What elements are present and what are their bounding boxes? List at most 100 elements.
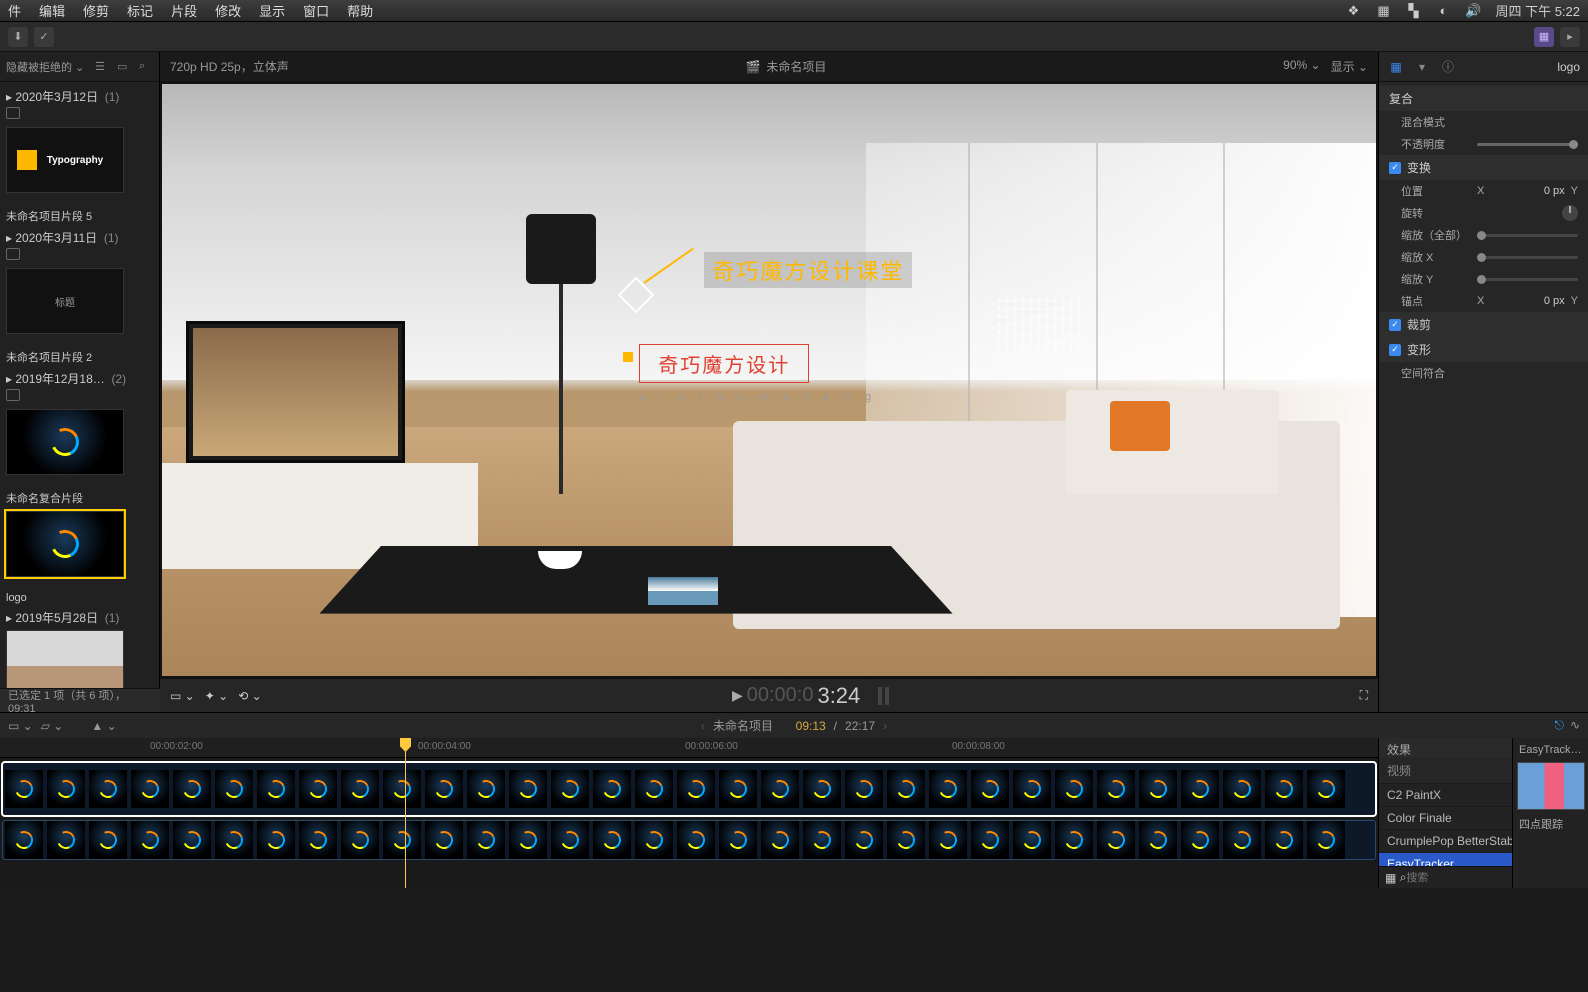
playhead[interactable] <box>405 738 406 888</box>
clip-badge-icon <box>6 107 20 119</box>
grid-icon[interactable]: ▚ <box>1405 3 1421 19</box>
timecode: 3:24 <box>817 683 860 709</box>
scale-y-slider[interactable] <box>1477 278 1578 281</box>
clip-thumbnail[interactable] <box>6 409 124 475</box>
overlay-callout-1: 奇巧魔方设计课堂 <box>623 232 912 308</box>
timeline-clip[interactable] <box>2 820 1376 860</box>
timeline-project: 未命名项目 <box>713 717 773 734</box>
timeline-clip-selected[interactable] <box>2 762 1376 816</box>
transform-checkbox[interactable]: ✓ <box>1389 162 1401 174</box>
menu-modify[interactable]: 修改 <box>215 1 241 20</box>
menu-help[interactable]: 帮助 <box>347 1 373 20</box>
section-transform[interactable]: ✓变换 <box>1379 155 1588 180</box>
clip-appearance[interactable]: ▱ ⌄ <box>41 719 64 733</box>
effect-preview-thumb[interactable] <box>1517 762 1585 810</box>
format-label: 720p HD 25p，立体声 <box>170 58 289 75</box>
wechat-icon[interactable]: ❖ <box>1345 3 1361 19</box>
audio-meter <box>878 687 882 705</box>
camera-icon: 🎬 <box>745 60 760 74</box>
blend-mode-row[interactable]: 混合模式 <box>1379 111 1588 133</box>
filmstrip-icon[interactable]: ▭ <box>117 60 131 74</box>
zoom-dropdown[interactable]: 90% ⌄ <box>1283 58 1320 75</box>
timeline[interactable]: 00:00:02:00 00:00:04:00 00:00:06:00 00:0… <box>0 738 1588 888</box>
opacity-row[interactable]: 不透明度 <box>1379 133 1588 155</box>
effect-preview-panel: EasyTrack… 四点跟踪 <box>1512 738 1588 888</box>
timeline-position: 09:13 <box>796 719 826 733</box>
section-composite[interactable]: 复合 <box>1379 86 1588 111</box>
select-tool[interactable]: ▲ ⌄ <box>91 719 116 733</box>
position-row[interactable]: 位置X0 pxY <box>1379 180 1588 202</box>
import-button[interactable]: ⬇ <box>8 27 28 47</box>
browser-status: 已选定 1 项（共 6 项），09:31 <box>0 688 160 712</box>
menu-clip[interactable]: 片段 <box>171 1 197 20</box>
timeline-ruler[interactable]: 00:00:02:00 00:00:04:00 00:00:06:00 00:0… <box>0 738 1378 758</box>
menu-window[interactable]: 窗口 <box>303 1 329 20</box>
viewer[interactable]: 奇巧魔方设计课堂 奇巧魔方设计 q i q i a o m o f a n g <box>160 82 1378 678</box>
browser-sidebar: 隐藏被拒绝的 ⌄ ☰ ▭ ⌕ ▸ 2020年3月12日 (1) Typograp… <box>0 52 160 712</box>
retime-dropdown[interactable]: ⟲ ⌄ <box>238 689 261 703</box>
skimming-toggle[interactable]: ⎋ <box>1554 718 1564 733</box>
film-icon[interactable]: ▦ <box>1375 3 1391 19</box>
keyword-button[interactable]: ✓ <box>34 27 54 47</box>
next-edit[interactable]: › <box>883 719 887 733</box>
event-item[interactable]: ▸ 2020年3月12日 (1) Typography <box>0 82 159 201</box>
clip-thumbnail[interactable]: Typography <box>6 127 124 193</box>
opacity-slider[interactable] <box>1477 143 1578 146</box>
scale-x-slider[interactable] <box>1477 256 1578 259</box>
clip-badge-icon <box>6 248 20 260</box>
prev-edit[interactable]: ‹ <box>701 719 705 733</box>
rotation-row[interactable]: 旋转 <box>1379 202 1588 224</box>
scale-slider[interactable] <box>1477 234 1578 237</box>
search-icon[interactable]: ⌕ <box>139 60 153 74</box>
rotation-dial[interactable] <box>1562 205 1578 221</box>
info-inspector-tab[interactable]: ⓘ <box>1439 58 1457 76</box>
tool-dropdown[interactable]: ▭ ⌄ <box>170 689 195 703</box>
menu-view[interactable]: 显示 <box>259 1 285 20</box>
event-item[interactable]: 未命名项目片段 2 ▸ 2019年12月18… (2) <box>0 342 159 483</box>
anchor-row[interactable]: 锚点X0 pxY <box>1379 290 1588 312</box>
index-button[interactable]: ▭ ⌄ <box>8 719 33 733</box>
clock[interactable]: 周四 下午 5:22 <box>1495 1 1580 20</box>
video-inspector-tab[interactable]: ▦ <box>1387 58 1405 76</box>
overlay-callout-2: 奇巧魔方设计 q i q i a o m o f a n g <box>623 344 877 403</box>
sync-icon[interactable]: ◐ <box>1435 3 1451 19</box>
inspector-title: logo <box>1557 60 1580 74</box>
inspector-panel: ▦ ▾ ⓘ logo 复合 混合模式 不透明度 ✓变换 位置X0 pxY 旋转 … <box>1378 52 1588 712</box>
event-item[interactable]: 未命名复合片段 <box>0 483 159 585</box>
clip-thumbnail-selected[interactable] <box>6 511 124 577</box>
display-dropdown[interactable]: 显示 ⌄ <box>1331 58 1368 75</box>
volume-icon[interactable]: 🔊 <box>1465 3 1481 19</box>
clip-thumbnail[interactable]: 标题 <box>6 268 124 334</box>
filter-dropdown[interactable]: 隐藏被拒绝的 ⌄ <box>6 59 84 75</box>
menu-file[interactable]: 件 <box>8 1 21 20</box>
clip-badge-icon <box>6 389 20 401</box>
section-distort[interactable]: ✓变形 <box>1379 337 1588 362</box>
layout-button[interactable]: ▦ <box>1534 27 1554 47</box>
timecode-prefix: 00:00:0 <box>747 684 814 707</box>
menu-edit[interactable]: 编辑 <box>39 1 65 20</box>
list-view-icon[interactable]: ☰ <box>95 60 109 74</box>
effects-dropdown[interactable]: ✦ ⌄ <box>205 689 228 703</box>
distort-checkbox[interactable]: ✓ <box>1389 344 1401 356</box>
menubar: 件 编辑 修剪 标记 片段 修改 显示 窗口 帮助 ❖ ▦ ▚ ◐ 🔊 周四 下… <box>0 0 1588 22</box>
crop-checkbox[interactable]: ✓ <box>1389 319 1401 331</box>
section-crop[interactable]: ✓裁剪 <box>1379 312 1588 337</box>
audio-skim-toggle[interactable]: ∿ <box>1570 718 1580 733</box>
scale-all-row[interactable]: 缩放（全部） <box>1379 224 1588 246</box>
scale-y-row[interactable]: 缩放 Y <box>1379 268 1588 290</box>
timeline-header: ▭ ⌄ ▱ ⌄ ▲ ⌄ ‹ 未命名项目 09:13 / 22:17 › ⎋ ∿ <box>0 712 1588 738</box>
app-toolbar: ⬇ ✓ ▦ ▸ <box>0 22 1588 52</box>
project-title: 未命名项目 <box>766 58 826 75</box>
grid-icon[interactable]: ▦ <box>1385 871 1396 885</box>
play-button[interactable]: ▶ <box>732 687 743 704</box>
fullscreen-button[interactable]: ⛶ <box>1360 688 1368 703</box>
share-button[interactable]: ▸ <box>1560 27 1580 47</box>
search-icon: ⌕ <box>1400 870 1407 885</box>
menu-trim[interactable]: 修剪 <box>83 1 109 20</box>
generator-inspector-tab[interactable]: ▾ <box>1413 58 1431 76</box>
event-item[interactable]: 未命名项目片段 5 ▸ 2020年3月11日 (1) 标题 <box>0 201 159 342</box>
menu-mark[interactable]: 标记 <box>127 1 153 20</box>
spatial-conform-row[interactable]: 空间符合 <box>1379 362 1588 384</box>
effect-preview-title: EasyTrack… <box>1517 742 1584 758</box>
scale-x-row[interactable]: 缩放 X <box>1379 246 1588 268</box>
